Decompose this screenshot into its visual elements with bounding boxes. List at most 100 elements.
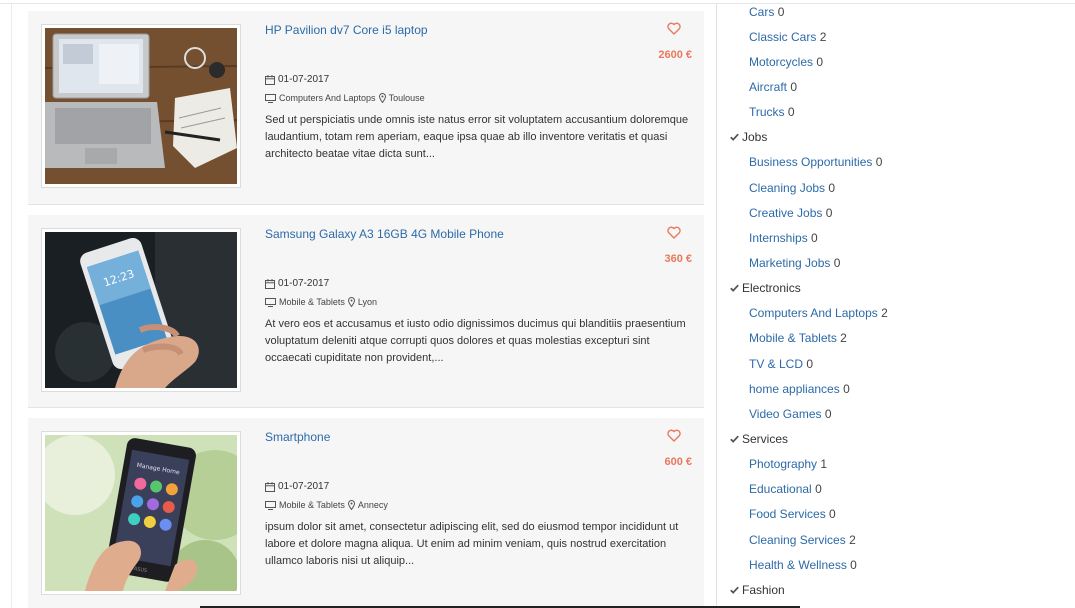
sidebar-item-count: 0	[815, 482, 822, 496]
sidebar-item-count: 0	[843, 382, 850, 396]
listing-image[interactable]: 12:23	[41, 228, 241, 392]
map-pin-icon	[378, 93, 386, 103]
sidebar-item-count: 0	[806, 357, 814, 371]
monitor-icon	[265, 297, 276, 307]
listing-category[interactable]: Mobile & Tablets	[279, 297, 345, 307]
listing-category[interactable]: Computers And Laptops	[279, 93, 376, 103]
sidebar-item-label: Cleaning Jobs	[749, 181, 826, 195]
sidebar-item-mobile-tablets[interactable]: Mobile & Tablets 2	[749, 331, 847, 345]
sidebar-item-label: Video Games	[749, 407, 822, 421]
phone-in-hand-photo: 12:23	[45, 232, 237, 388]
sidebar-item-label: Food Services	[749, 507, 826, 521]
sidebar-item-label: Business Opportunities	[749, 155, 873, 169]
sidebar-item-cleaning-services[interactable]: Cleaning Services 2	[749, 533, 856, 547]
listing-price: 600 €	[664, 456, 692, 468]
sidebar-item-label: Cars	[749, 5, 775, 19]
listing-image[interactable]	[41, 24, 241, 188]
sidebar-item-trucks[interactable]: Trucks 0	[749, 105, 795, 119]
sidebar-item-count: 0	[833, 256, 841, 270]
sidebar-heading-label: Electronics	[742, 281, 801, 295]
sidebar-item-home-appliances[interactable]: home appliances 0	[749, 382, 850, 396]
checkmark-icon	[730, 133, 739, 141]
sidebar-item-label: Mobile & Tablets	[749, 331, 837, 345]
checkmark-icon	[730, 435, 739, 443]
sidebar-heading-electronics[interactable]: Electronics	[730, 281, 801, 295]
sidebar-item-tv-lcd[interactable]: TV & LCD 0	[749, 357, 813, 371]
sidebar-item-video-games[interactable]: Video Games 0	[749, 407, 832, 421]
sidebar-item-educational[interactable]: Educational 0	[749, 482, 822, 496]
sidebar-item-cleaning-jobs[interactable]: Cleaning Jobs 0	[749, 181, 835, 195]
sidebar-item-motorcycles[interactable]: Motorcycles 0	[749, 55, 823, 69]
listing-meta: Mobile & Tablets Lyon	[265, 297, 377, 307]
sidebar-item-count: 0	[811, 231, 818, 245]
listing-date-text: 01-07-2017	[278, 481, 330, 492]
sidebar-item-count: 0	[824, 407, 832, 421]
sidebar-item-count: 0	[825, 206, 833, 220]
sidebar-item-count: 0	[777, 5, 785, 19]
sidebar-item-label: Educational	[749, 482, 812, 496]
top-divider	[0, 3, 1075, 4]
listing-price: 360 €	[664, 253, 692, 265]
sidebar-item-count: 0	[790, 80, 798, 94]
listing-card-laptop[interactable]: HP Pavilion dv7 Core i5 laptop 2600 € 01…	[28, 11, 704, 205]
sidebar-item-label: Creative Jobs	[749, 206, 823, 220]
monitor-icon	[265, 500, 276, 510]
sidebar-item-creative-jobs[interactable]: Creative Jobs 0	[749, 206, 832, 220]
sidebar-item-label: Motorcycles	[749, 55, 814, 69]
heart-icon[interactable]	[667, 226, 681, 239]
sidebar-heading-fashion[interactable]: Fashion	[730, 583, 785, 597]
sidebar-item-count: 2	[849, 533, 856, 547]
sidebar-item-count: 0	[829, 507, 836, 521]
sidebar-item-internships[interactable]: Internships 0	[749, 231, 818, 245]
listing-meta: Mobile & Tablets Annecy	[265, 500, 388, 510]
sidebar-item-label: Photography	[749, 457, 818, 471]
listing-location[interactable]: Toulouse	[389, 93, 425, 103]
listing-description: Sed ut perspiciatis unde omnis iste natu…	[265, 114, 689, 160]
sidebar-item-count: 2	[819, 30, 827, 44]
sidebar-heading-jobs[interactable]: Jobs	[730, 130, 767, 144]
sidebar-item-label: Aircraft	[749, 80, 788, 94]
listing-card-samsung[interactable]: 12:23 Samsung Galaxy A3 16GB 4G Mobile P…	[28, 215, 704, 408]
listing-location[interactable]: Lyon	[358, 297, 377, 307]
listing-date-text: 01-07-2017	[278, 74, 330, 85]
checkmark-icon	[730, 284, 739, 292]
sidebar-divider	[716, 4, 717, 608]
left-divider	[11, 4, 12, 608]
map-pin-icon	[347, 297, 355, 307]
sidebar-item-marketing-jobs[interactable]: Marketing Jobs 0	[749, 256, 840, 270]
monitor-icon	[265, 93, 276, 103]
sidebar-item-aircraft[interactable]: Aircraft 0	[749, 80, 797, 94]
sidebar-item-count: 0	[850, 558, 857, 572]
heart-icon[interactable]	[667, 429, 681, 442]
sidebar-item-cars[interactable]: Cars 0	[749, 5, 784, 19]
listing-card-smartphone[interactable]: Manage Home ASUS Smartphone 600 € 01-07-…	[28, 418, 704, 608]
listing-category[interactable]: Mobile & Tablets	[279, 500, 345, 510]
listing-date-text: 01-07-2017	[278, 278, 330, 289]
laptop-photo	[45, 28, 237, 184]
sidebar-item-label: Cleaning Services	[749, 533, 846, 547]
listing-date: 01-07-2017	[265, 278, 329, 289]
calendar-icon	[265, 481, 275, 492]
listing-description: ipsum dolor sit amet, consectetur adipis…	[265, 521, 679, 567]
sidebar-item-photography[interactable]: Photography 1	[749, 457, 827, 471]
sidebar-item-business-opportunities[interactable]: Business Opportunities 0	[749, 155, 882, 169]
listing-title[interactable]: Smartphone	[265, 430, 330, 444]
sidebar-item-food-services[interactable]: Food Services 0	[749, 507, 836, 521]
sidebar-item-label: Classic Cars	[749, 30, 817, 44]
sidebar-heading-label: Fashion	[742, 583, 785, 597]
listing-title[interactable]: HP Pavilion dv7 Core i5 laptop	[265, 23, 428, 37]
listing-image[interactable]: Manage Home ASUS	[41, 431, 241, 595]
sidebar-item-label: Computers And Laptops	[749, 306, 878, 320]
sidebar-item-classic-cars[interactable]: Classic Cars 2	[749, 30, 826, 44]
smartphone-photo: Manage Home ASUS	[45, 435, 237, 591]
calendar-icon	[265, 74, 275, 85]
listing-title[interactable]: Samsung Galaxy A3 16GB 4G Mobile Phone	[265, 227, 504, 241]
listing-location[interactable]: Annecy	[358, 500, 388, 510]
heart-icon[interactable]	[667, 22, 681, 35]
sidebar-heading-services[interactable]: Services	[730, 432, 788, 446]
listing-meta: Computers And Laptops Toulouse	[265, 93, 425, 103]
sidebar-item-count: 0	[875, 155, 883, 169]
sidebar-item-count: 0	[828, 181, 836, 195]
sidebar-item-computers-and-laptops[interactable]: Computers And Laptops 2	[749, 306, 888, 320]
sidebar-item-health-wellness[interactable]: Health & Wellness 0	[749, 558, 857, 572]
